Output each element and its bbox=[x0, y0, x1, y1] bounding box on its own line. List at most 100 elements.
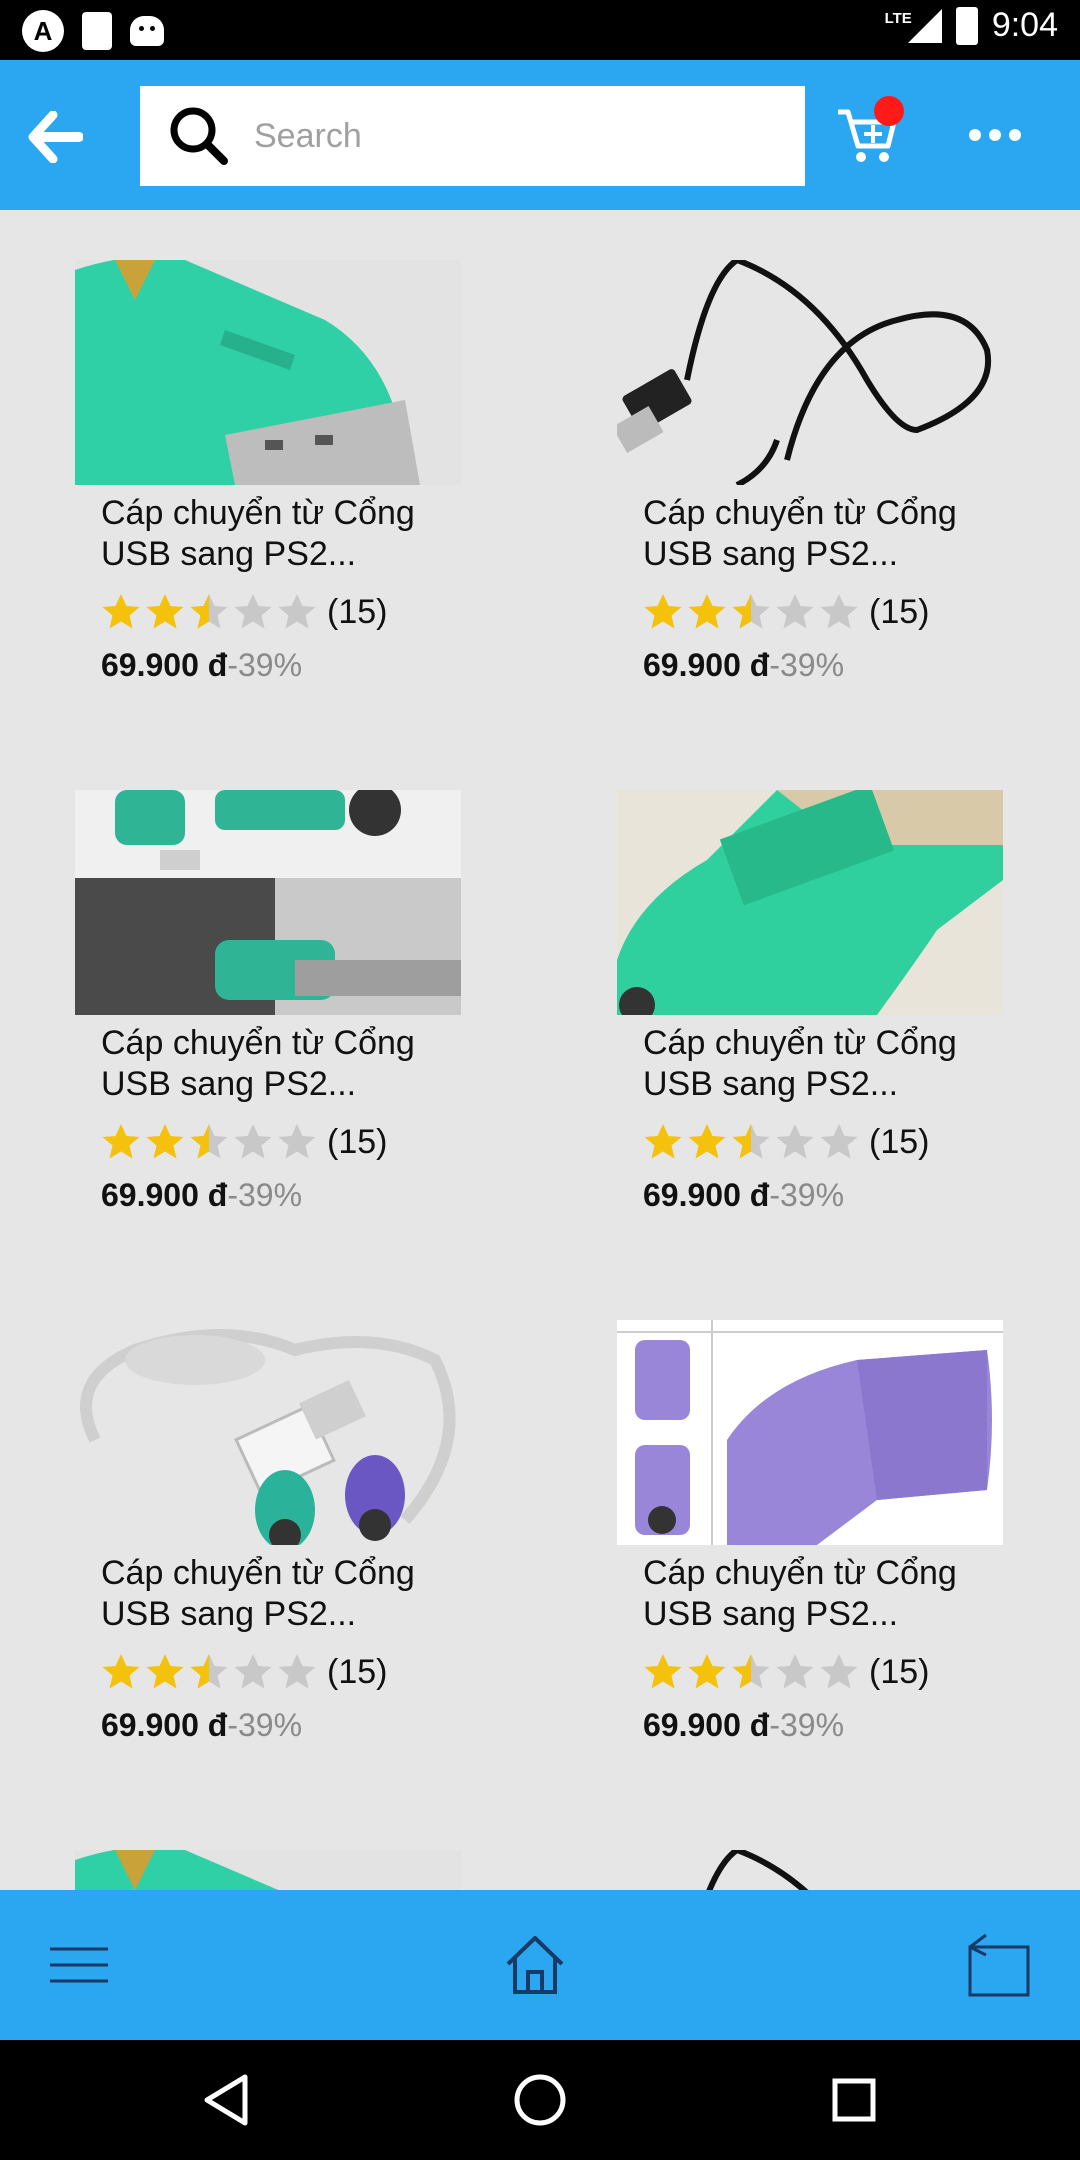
product-card[interactable]: Cáp chuyển từ Cổng USB sang PS2... (15) … bbox=[75, 260, 535, 684]
system-home-button[interactable] bbox=[502, 2062, 578, 2138]
arrow-left-icon bbox=[28, 111, 83, 163]
back-button[interactable] bbox=[22, 104, 88, 170]
star-icon-empty bbox=[234, 1124, 272, 1159]
star-icon-filled bbox=[644, 1124, 682, 1159]
product-rating: (15) bbox=[643, 1649, 1077, 1695]
review-count: (15) bbox=[869, 1652, 930, 1691]
system-recents-button[interactable] bbox=[816, 2062, 892, 2138]
system-navigation-bar bbox=[0, 2040, 1080, 2160]
product-image[interactable] bbox=[617, 1320, 1003, 1545]
price-row: 69.900 đ-39% bbox=[101, 1707, 535, 1744]
menu-button[interactable] bbox=[34, 1920, 124, 2010]
product-image[interactable] bbox=[75, 790, 461, 1015]
star-icon-filled bbox=[102, 1654, 140, 1689]
cart-badge bbox=[874, 96, 904, 126]
rating-stars bbox=[643, 1122, 859, 1162]
discount-badge: -39% bbox=[769, 647, 845, 683]
bottom-navigation bbox=[0, 1890, 1080, 2040]
android-debug-icon bbox=[130, 16, 164, 46]
back-triangle-icon bbox=[204, 2074, 248, 2126]
product-rating: (15) bbox=[643, 589, 1077, 635]
product-title[interactable]: Cáp chuyển từ Cổng USB sang PS2... bbox=[101, 1023, 481, 1105]
product-title[interactable]: Cáp chuyển từ Cổng USB sang PS2... bbox=[101, 493, 481, 575]
product-card[interactable]: Cáp chuyển từ Cổng USB sang PS2... (15) … bbox=[617, 260, 1077, 684]
product-image[interactable] bbox=[75, 1850, 461, 1890]
product-image[interactable] bbox=[75, 1320, 461, 1545]
menu-icon bbox=[50, 1947, 108, 1983]
product-image[interactable] bbox=[75, 260, 461, 485]
product-image[interactable] bbox=[617, 260, 1003, 485]
rating-stars bbox=[101, 592, 317, 632]
star-icon-empty bbox=[234, 1654, 272, 1689]
star-icon-empty bbox=[234, 594, 272, 629]
star-icon-half bbox=[732, 1124, 770, 1159]
product-price: 69.900 đ bbox=[643, 1177, 770, 1213]
star-icon-empty bbox=[278, 1654, 316, 1689]
switch-view-button[interactable] bbox=[952, 1920, 1042, 2010]
search-icon[interactable] bbox=[166, 103, 232, 169]
product-title[interactable]: Cáp chuyển từ Cổng USB sang PS2... bbox=[643, 1553, 1023, 1635]
cart-button[interactable] bbox=[822, 90, 912, 180]
product-title[interactable]: Cáp chuyển từ Cổng USB sang PS2... bbox=[643, 1023, 1023, 1105]
home-button[interactable] bbox=[490, 1920, 580, 2010]
clock: 9:04 bbox=[991, 6, 1058, 44]
product-rating: (15) bbox=[101, 1649, 535, 1695]
back-square-icon bbox=[968, 1933, 1030, 1997]
product-price: 69.900 đ bbox=[101, 647, 228, 683]
status-bar: A LTE 9:04 bbox=[0, 0, 1080, 60]
star-icon-half bbox=[190, 594, 228, 629]
search-input[interactable] bbox=[254, 116, 774, 156]
more-options-button[interactable] bbox=[960, 100, 1030, 170]
product-price: 69.900 đ bbox=[643, 1707, 770, 1743]
star-icon-empty bbox=[820, 1654, 858, 1689]
search-bar[interactable] bbox=[140, 86, 805, 186]
star-icon-empty bbox=[776, 594, 814, 629]
product-card[interactable]: Cáp chuyển từ Cổng USB sang PS2... (15) … bbox=[75, 1320, 535, 1744]
product-grid: Cáp chuyển từ Cổng USB sang PS2... (15) … bbox=[0, 210, 1080, 1890]
review-count: (15) bbox=[327, 592, 388, 631]
discount-badge: -39% bbox=[227, 647, 303, 683]
product-image[interactable] bbox=[617, 1850, 1003, 1890]
star-icon-empty bbox=[278, 1124, 316, 1159]
star-icon-empty bbox=[278, 594, 316, 629]
system-back-button[interactable] bbox=[188, 2062, 264, 2138]
discount-badge: -39% bbox=[769, 1707, 845, 1743]
product-card[interactable]: Cáp chuyển từ Cổng USB sang PS2... (15) … bbox=[75, 790, 535, 1214]
more-horizontal-icon bbox=[969, 129, 1021, 141]
star-icon-filled bbox=[644, 594, 682, 629]
price-row: 69.900 đ-39% bbox=[101, 647, 535, 684]
product-price: 69.900 đ bbox=[101, 1707, 228, 1743]
home-icon bbox=[506, 1936, 564, 1994]
rating-stars bbox=[643, 592, 859, 632]
product-card[interactable]: Cáp chuyển từ Cổng USB sang PS2... (15) … bbox=[617, 1320, 1077, 1744]
review-count: (15) bbox=[869, 1122, 930, 1161]
star-icon-half bbox=[190, 1124, 228, 1159]
product-title[interactable]: Cáp chuyển từ Cổng USB sang PS2... bbox=[101, 1553, 481, 1635]
product-price: 69.900 đ bbox=[643, 647, 770, 683]
star-icon-empty bbox=[820, 594, 858, 629]
home-circle-icon bbox=[514, 2074, 566, 2126]
star-icon-filled bbox=[146, 1124, 184, 1159]
product-card-partial[interactable] bbox=[75, 1850, 535, 1890]
app-notification-icon: A bbox=[22, 10, 64, 52]
product-title[interactable]: Cáp chuyển từ Cổng USB sang PS2... bbox=[643, 493, 1023, 575]
star-icon-empty bbox=[820, 1124, 858, 1159]
product-card[interactable]: Cáp chuyển từ Cổng USB sang PS2... (15) … bbox=[617, 790, 1077, 1214]
star-icon-empty bbox=[776, 1654, 814, 1689]
star-icon-filled bbox=[146, 594, 184, 629]
sd-card-icon bbox=[82, 12, 112, 50]
review-count: (15) bbox=[327, 1122, 388, 1161]
review-count: (15) bbox=[327, 1652, 388, 1691]
rating-stars bbox=[101, 1122, 317, 1162]
star-icon-half bbox=[732, 594, 770, 629]
signal-icon bbox=[907, 8, 942, 43]
product-rating: (15) bbox=[101, 589, 535, 635]
product-image[interactable] bbox=[617, 790, 1003, 1015]
price-row: 69.900 đ-39% bbox=[101, 1177, 535, 1214]
star-icon-half bbox=[190, 1654, 228, 1689]
product-rating: (15) bbox=[643, 1119, 1077, 1165]
price-row: 69.900 đ-39% bbox=[643, 1707, 1077, 1744]
product-card-partial[interactable] bbox=[617, 1850, 1077, 1890]
discount-badge: -39% bbox=[769, 1177, 845, 1213]
review-count: (15) bbox=[869, 592, 930, 631]
